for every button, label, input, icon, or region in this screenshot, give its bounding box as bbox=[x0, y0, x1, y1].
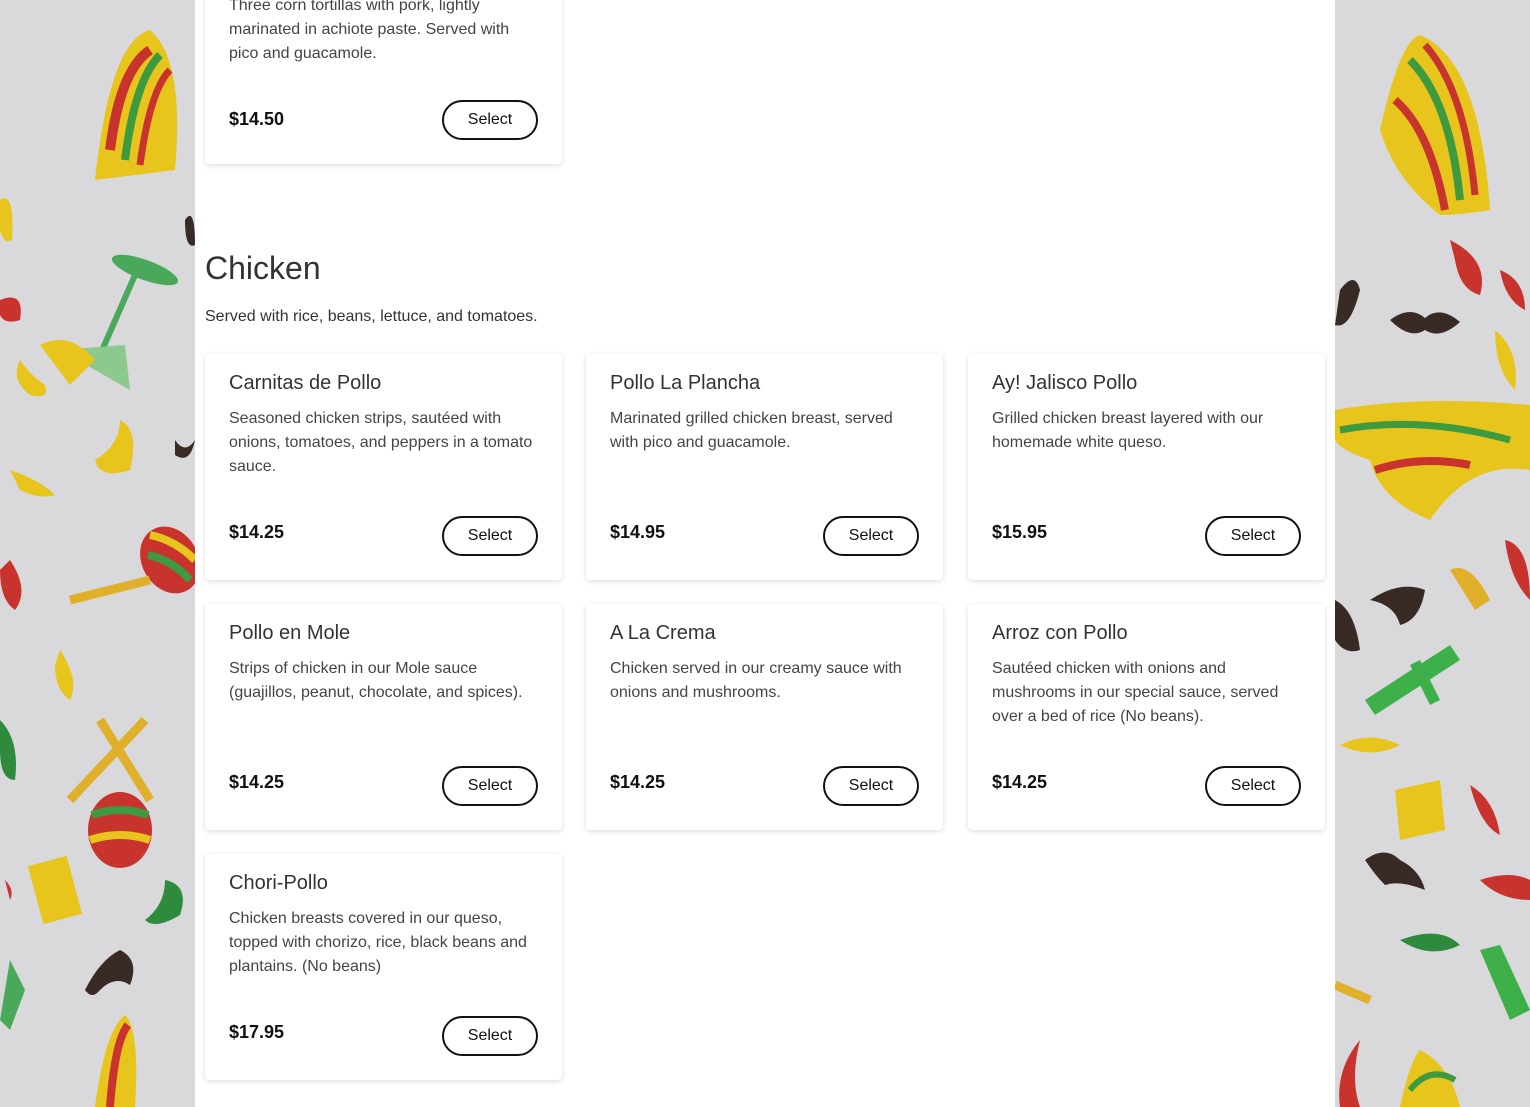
item-price: $14.25 bbox=[229, 522, 285, 542]
item-name: Pollo en Mole bbox=[229, 622, 351, 644]
item-price: $14.50 bbox=[229, 109, 285, 129]
item-price: $14.25 bbox=[229, 772, 285, 792]
select-button[interactable]: Select bbox=[823, 516, 919, 556]
item-name: A La Crema bbox=[610, 622, 716, 644]
item-description: Chicken served in our creamy sauce with … bbox=[610, 660, 902, 701]
menu-item-card: Ay! Jalisco Pollo Grilled chicken breast… bbox=[968, 354, 1325, 580]
select-button[interactable]: Select bbox=[823, 766, 919, 806]
menu-item-card: Pollo en Mole Strips of chicken in our M… bbox=[205, 604, 562, 830]
select-button[interactable]: Select bbox=[442, 516, 538, 556]
section-description: Served with rice, beans, lettuce, and to… bbox=[205, 308, 538, 325]
sombrero-icon bbox=[95, 30, 178, 180]
item-description: Chicken breasts covered in our queso, to… bbox=[229, 910, 527, 975]
item-name: Chori-Pollo bbox=[229, 872, 328, 894]
menu-item-card: Arroz con Pollo Sautéed chicken with oni… bbox=[968, 604, 1325, 830]
item-description: Marinated grilled chicken breast, served… bbox=[610, 410, 893, 451]
item-description: Sautéed chicken with onions and mushroom… bbox=[992, 660, 1279, 725]
select-button[interactable]: Select bbox=[1205, 766, 1301, 806]
item-name: Ay! Jalisco Pollo bbox=[992, 372, 1138, 394]
select-button[interactable]: Select bbox=[442, 766, 538, 806]
item-description: Grilled chicken breast layered with our … bbox=[992, 410, 1264, 451]
margarita-glass-icon bbox=[40, 254, 179, 390]
sombrero-icon bbox=[95, 1015, 137, 1107]
menu-item-card: Chori-Pollo Chicken breasts covered in o… bbox=[205, 854, 562, 1080]
section-title: Chicken bbox=[205, 250, 321, 286]
cactus-icon bbox=[1365, 568, 1530, 1020]
menu-item-card: Carnitas de Pollo Seasoned chicken strip… bbox=[205, 354, 562, 580]
item-name: Carnitas de Pollo bbox=[229, 372, 382, 394]
select-button[interactable]: Select bbox=[1205, 516, 1301, 556]
sombrero-icon bbox=[1400, 1050, 1460, 1107]
select-button[interactable]: Select bbox=[442, 1016, 538, 1056]
item-name: Arroz con Pollo bbox=[992, 622, 1128, 644]
menu-item-card: Three corn tortillas with pork, lightly … bbox=[205, 0, 562, 164]
sombrero-icon bbox=[1380, 35, 1490, 215]
item-price: $14.25 bbox=[992, 772, 1048, 792]
maraca-icon bbox=[66, 526, 200, 868]
mustache-icon bbox=[85, 215, 195, 995]
item-description: Seasoned chicken strips, sautéed with on… bbox=[229, 410, 533, 475]
item-description: Three corn tortillas with pork, lightly … bbox=[229, 0, 510, 62]
item-name: Pollo La Plancha bbox=[610, 372, 761, 394]
item-price: $17.95 bbox=[229, 1022, 285, 1042]
item-price: $14.25 bbox=[610, 772, 666, 792]
item-price: $15.95 bbox=[992, 522, 1048, 542]
menu-content: Three corn tortillas with pork, lightly … bbox=[195, 0, 1335, 1107]
menu-item-card: Pollo La Plancha Marinated grilled chick… bbox=[586, 354, 943, 580]
maraca-icon bbox=[1333, 980, 1372, 1005]
item-price: $14.95 bbox=[610, 522, 666, 542]
menu-item-card: A La Crema Chicken served in our creamy … bbox=[586, 604, 943, 830]
select-button[interactable]: Select bbox=[442, 100, 538, 140]
item-description: Strips of chicken in our Mole sauce (gua… bbox=[229, 660, 523, 701]
sombrero-icon bbox=[1335, 401, 1530, 520]
cactus-icon bbox=[0, 855, 83, 1030]
